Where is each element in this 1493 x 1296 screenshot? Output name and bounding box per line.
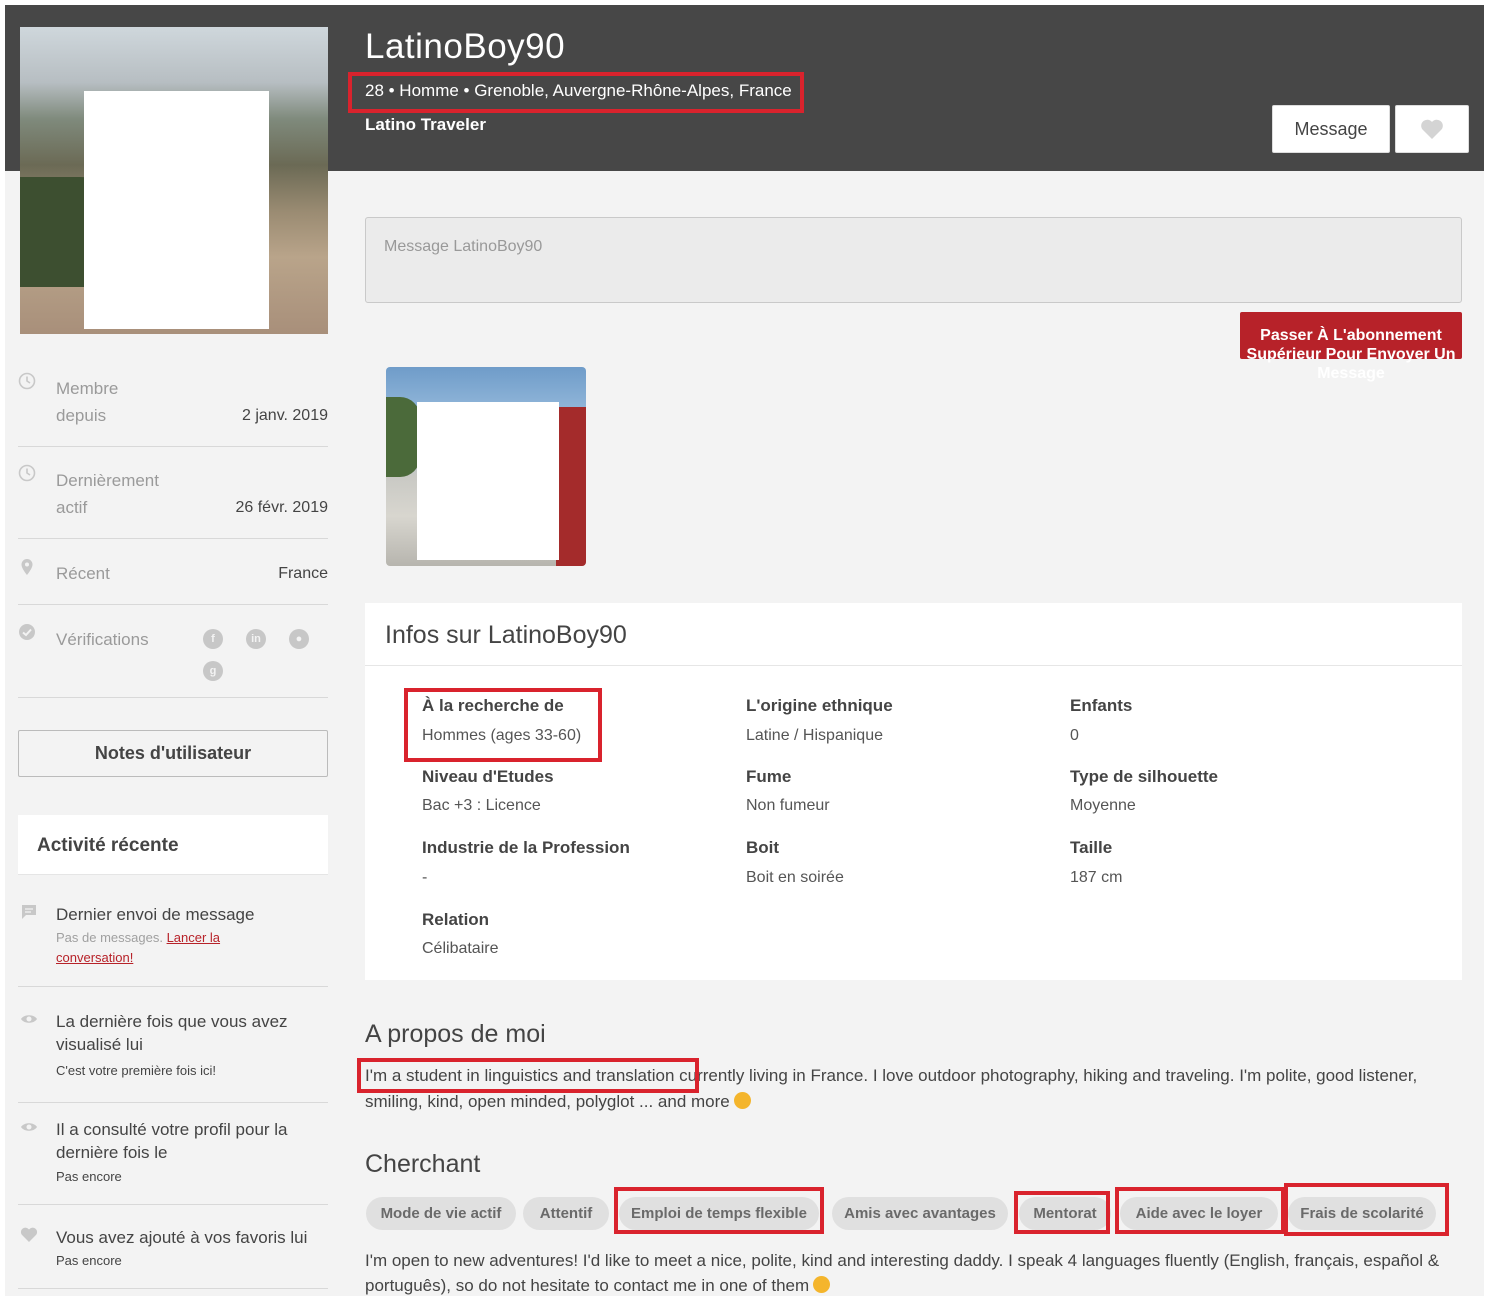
field-value: Non fumeur [746, 797, 830, 814]
activity-title: La dernière fois que vous avez visualisé… [56, 1012, 288, 1054]
about-highlight: I'm a student in linguistics and transla… [365, 1066, 675, 1085]
eye-icon [21, 1123, 37, 1131]
field-value: 187 cm [1070, 869, 1123, 886]
activity-sub: C'est votre première fois ici! [56, 1063, 216, 1078]
message-input[interactable] [366, 218, 1461, 302]
field-label: Fume [746, 767, 792, 786]
activity-last-message: Dernier envoi de message Pas de messages… [18, 903, 328, 987]
seeking-tag: Mentorat [1019, 1197, 1111, 1230]
activity-sub: Pas de messages. Lancer la conversation! [56, 928, 271, 968]
activity-title: Il a consulté votre profil pour la derni… [56, 1120, 288, 1162]
gallery-photo[interactable] [386, 367, 586, 566]
recent-label: Récent [56, 564, 110, 583]
favorite-button[interactable] [1395, 105, 1469, 153]
field-value: - [422, 869, 428, 886]
infos-title: Infos sur LatinoBoy90 [385, 621, 627, 649]
recent-activity-title: Activité récente [37, 835, 179, 856]
seeking-tag: Mode de vie actif [366, 1197, 516, 1230]
infos-card: Infos sur LatinoBoy90 À la recherche de … [365, 603, 1462, 980]
field-value: Moyenne [1070, 797, 1136, 814]
seeking-tag: Emploi de temps flexible [619, 1197, 819, 1230]
field-label: Type de silhouette [1070, 767, 1218, 786]
seeking-title: Cherchant [365, 1150, 481, 1178]
photo-redaction [84, 91, 269, 329]
field-label: Industrie de la Profession [422, 838, 630, 857]
field-label: Relation [422, 910, 490, 929]
seeking-tag: Attentif [523, 1197, 609, 1230]
activity-last-viewed: La dernière fois que vous avez visualisé… [18, 1010, 328, 1103]
verifications-label: Vérifications [56, 630, 149, 649]
eye-icon [21, 1015, 37, 1023]
verifications-row: Vérifications f in ● g [18, 623, 328, 698]
photo-scenery [386, 397, 420, 477]
user-notes-button[interactable]: Notes d'utilisateur [18, 730, 328, 777]
profile-meta: 28 • Homme • Grenoble, Auvergne-Rhône-Al… [365, 81, 792, 100]
seeking-tag: Frais de scolarité [1288, 1197, 1436, 1230]
location-pin-icon [21, 559, 33, 575]
seeking-text: I'm open to new adventures! I'd like to … [365, 1248, 1455, 1296]
message-box [365, 217, 1462, 303]
wink-emoji-icon [733, 1092, 751, 1109]
activity-sub: Pas encore [56, 1253, 122, 1268]
field-label: À la recherche de [422, 696, 564, 715]
activity-sub: Pas encore [56, 1169, 122, 1184]
chat-icon [22, 905, 36, 919]
seeking-tag: Aide avec le loyer [1120, 1197, 1278, 1230]
last-active-value: 26 févr. 2019 [235, 499, 328, 516]
check-circle-icon [19, 624, 35, 640]
photo-redaction [417, 402, 559, 560]
recent-location-row: Récent France [18, 558, 328, 605]
upgrade-button-label: Passer À L'abonnement Supérieur Pour Env… [1246, 327, 1456, 382]
profile-page: LatinoBoy90 28 • Homme • Grenoble, Auver… [5, 5, 1484, 1296]
profile-photo[interactable] [20, 27, 328, 334]
member-since-label: Membre depuis [56, 379, 119, 425]
member-since-value: 2 janv. 2019 [242, 407, 328, 424]
field-label: L'origine ethnique [746, 696, 893, 715]
field-label: Niveau d'Etudes [422, 767, 554, 786]
message-button[interactable]: Message [1272, 105, 1390, 153]
divider [365, 665, 1462, 666]
field-label: Enfants [1070, 696, 1133, 715]
activity-viewed-you: Il a consulté votre profil pour la derni… [18, 1118, 328, 1205]
field-label: Boit [746, 838, 780, 857]
about-text: I'm a student in linguistics and transla… [365, 1063, 1445, 1115]
linkedin-icon: in [246, 629, 266, 649]
member-since-row: Membre depuis 2 janv. 2019 [18, 372, 328, 447]
field-value: Latine / Hispanique [746, 727, 883, 744]
last-active-row: Dernièrement actif 26 févr. 2019 [18, 464, 328, 539]
photo-scenery [556, 407, 586, 566]
username: LatinoBoy90 [365, 27, 566, 66]
heart-icon [1421, 119, 1443, 139]
field-label: Taille [1070, 838, 1113, 857]
recent-activity-header: Activité récente [18, 815, 328, 875]
activity-title: Dernier envoi de message [56, 905, 255, 924]
recent-value: France [278, 565, 328, 582]
last-active-label: Dernièrement actif [56, 471, 159, 517]
field-value: Bac +3 : Licence [422, 797, 541, 814]
field-value: Célibataire [422, 940, 499, 957]
profile-headline: Latino Traveler [365, 115, 486, 134]
about-title: A propos de moi [365, 1020, 546, 1048]
google-plus-icon: g [203, 661, 223, 681]
seeking-description: I'm open to new adventures! I'd like to … [365, 1251, 1440, 1295]
field-value: Hommes (ages 33-60) [422, 727, 582, 744]
clock-icon [18, 464, 36, 482]
activity-favorited: Vous avez ajouté à vos favoris lui Pas e… [18, 1226, 328, 1289]
wink-emoji-icon [813, 1276, 831, 1293]
user-icon: ● [289, 629, 309, 649]
upgrade-button[interactable]: Passer À L'abonnement Supérieur Pour Env… [1240, 312, 1462, 382]
field-value: 0 [1070, 727, 1079, 744]
field-value: Boit en soirée [746, 869, 844, 886]
activity-title: Vous avez ajouté à vos favoris lui [56, 1228, 308, 1247]
heart-icon [20, 1227, 38, 1242]
facebook-icon: f [203, 629, 223, 649]
seeking-tag: Amis avec avantages [832, 1197, 1008, 1230]
no-messages-text: Pas de messages. [56, 930, 167, 945]
clock-icon [18, 372, 36, 390]
